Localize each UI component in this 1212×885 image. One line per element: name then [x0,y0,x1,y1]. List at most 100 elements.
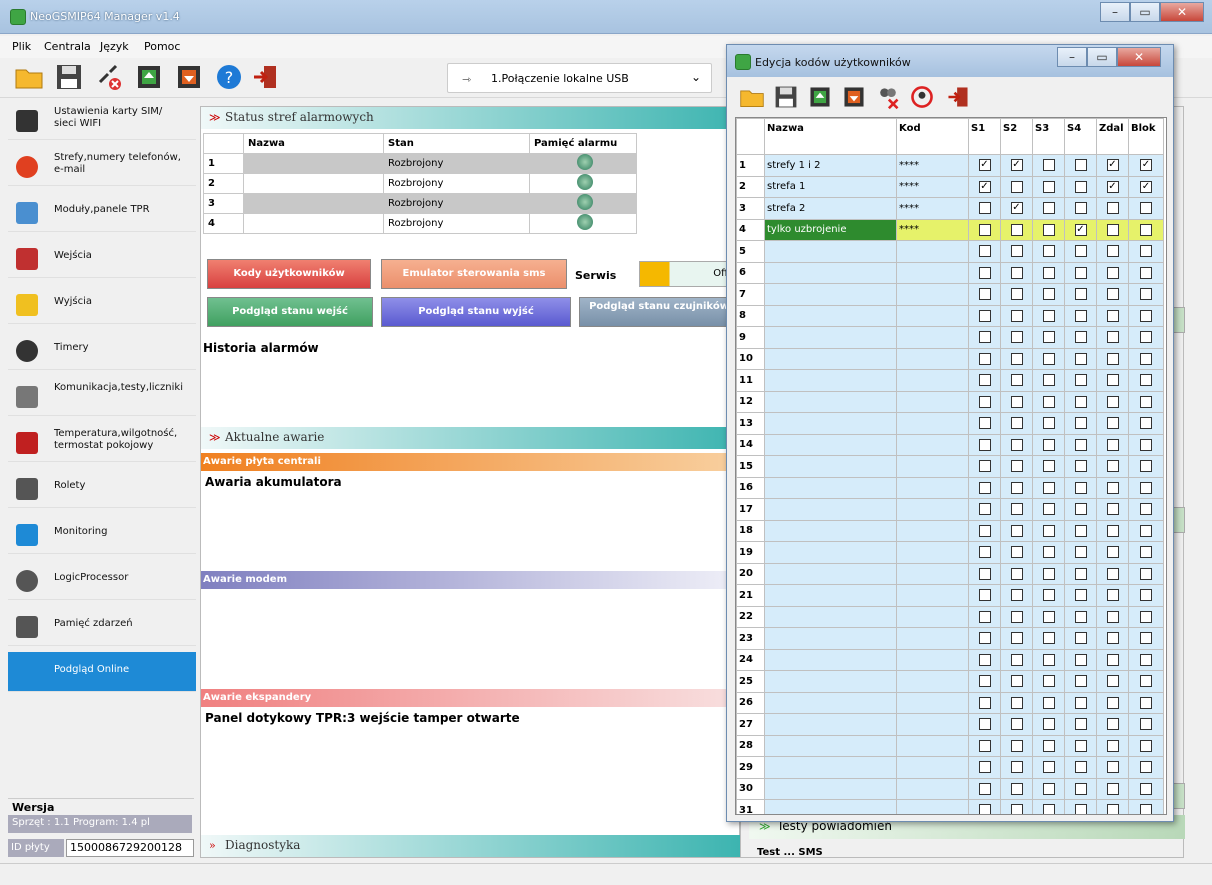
permission-checkbox[interactable]: ✓ [1074,223,1087,236]
permission-checkbox[interactable] [1106,782,1119,795]
user-code-cell[interactable] [896,734,969,757]
user-code-cell[interactable] [896,691,969,714]
permission-checkbox[interactable] [978,567,991,580]
permission-checkbox[interactable] [1106,718,1119,731]
permission-checkbox[interactable] [1010,589,1023,602]
permission-checkbox[interactable] [1140,266,1152,279]
permission-checkbox[interactable] [1074,782,1087,795]
user-row[interactable]: 13 [736,412,1164,435]
permission-checkbox[interactable] [1140,761,1152,774]
user-code-cell[interactable] [896,498,969,521]
permission-checkbox[interactable] [1074,675,1087,688]
permission-checkbox[interactable] [978,524,991,537]
permission-checkbox[interactable] [1042,202,1055,215]
user-row[interactable]: 5 [736,240,1164,263]
minimize-button[interactable]: – [1057,47,1087,67]
outputs-preview-button[interactable]: Podgląd stanu wyjść [381,297,571,327]
permission-checkbox[interactable] [1140,739,1152,752]
user-name-cell[interactable] [764,584,897,607]
permission-checkbox[interactable] [978,653,991,666]
permission-checkbox[interactable] [1010,309,1023,322]
user-name-cell[interactable] [764,670,897,693]
permission-checkbox[interactable] [1042,589,1055,602]
permission-checkbox[interactable] [1010,718,1023,731]
permission-checkbox[interactable] [1106,223,1119,236]
permission-checkbox[interactable] [1042,503,1055,516]
user-name-cell[interactable] [764,326,897,349]
permission-checkbox[interactable] [978,546,991,559]
user-row[interactable]: 8 [736,304,1164,327]
permission-checkbox[interactable] [1140,395,1152,408]
permission-checkbox[interactable] [1140,374,1152,387]
permission-checkbox[interactable] [1010,503,1023,516]
permission-checkbox[interactable] [1140,696,1152,709]
user-row[interactable]: 22 [736,605,1164,628]
user-name-cell[interactable] [764,498,897,521]
user-name-cell[interactable] [764,756,897,779]
user-row[interactable]: 27 [736,713,1164,736]
permission-checkbox[interactable] [1010,460,1023,473]
permission-checkbox[interactable] [1140,245,1152,258]
permission-checkbox[interactable] [1106,352,1119,365]
user-row[interactable]: 10 [736,347,1164,370]
permission-checkbox[interactable] [1106,589,1119,602]
permission-checkbox[interactable] [1074,352,1087,365]
diagnostics-section-header[interactable]: » Diagnostyka [201,835,741,857]
user-row[interactable]: 12 [736,390,1164,413]
inputs-preview-button[interactable]: Podgląd stanu wejść [207,297,373,327]
permission-checkbox[interactable] [1106,610,1119,623]
permission-checkbox[interactable] [978,223,991,236]
refresh-users-icon[interactable] [909,83,935,111]
permission-checkbox[interactable] [1140,481,1152,494]
sidebar-item-outputs[interactable]: Wyjścia [8,284,196,324]
permission-checkbox[interactable] [1010,266,1023,279]
permission-checkbox[interactable] [1042,438,1055,451]
permission-checkbox[interactable] [1106,309,1119,322]
user-name-cell[interactable] [764,648,897,671]
permission-checkbox[interactable] [978,374,991,387]
permission-checkbox[interactable] [1010,245,1023,258]
user-name-cell[interactable] [764,541,897,564]
permission-checkbox[interactable]: ✓ [978,159,991,172]
user-row[interactable]: 21 [736,584,1164,607]
permission-checkbox[interactable] [1010,804,1023,814]
sms-emulator-button[interactable]: Emulator sterowania sms [381,259,567,289]
permission-checkbox[interactable] [1010,653,1023,666]
permission-checkbox[interactable] [1074,761,1087,774]
permission-checkbox[interactable] [1074,417,1087,430]
permission-checkbox[interactable] [978,718,991,731]
permission-checkbox[interactable] [1042,653,1055,666]
user-name-cell[interactable] [764,627,897,650]
permission-checkbox[interactable] [1074,524,1087,537]
user-name-cell[interactable] [764,713,897,736]
user-name-cell[interactable] [764,519,897,542]
permission-checkbox[interactable] [978,761,991,774]
permission-checkbox[interactable] [1010,696,1023,709]
permission-checkbox[interactable] [978,266,991,279]
user-row[interactable]: 19 [736,541,1164,564]
permission-checkbox[interactable] [1074,696,1087,709]
permission-checkbox[interactable] [1106,460,1119,473]
sidebar-item-timer[interactable]: Timery [8,330,196,370]
permission-checkbox[interactable] [1042,782,1055,795]
permission-checkbox[interactable] [1010,632,1023,645]
user-name-cell[interactable]: strefy 1 i 2 [764,154,897,177]
permission-checkbox[interactable] [978,438,991,451]
user-name-cell[interactable] [764,412,897,435]
user-code-cell[interactable] [896,799,969,814]
board-id-field[interactable]: 1500086729200128 [66,839,194,857]
user-code-cell[interactable] [896,584,969,607]
user-name-cell[interactable] [764,777,897,800]
permission-checkbox[interactable]: ✓ [1010,202,1023,215]
permission-checkbox[interactable] [1074,460,1087,473]
permission-checkbox[interactable] [1042,675,1055,688]
permission-checkbox[interactable] [1140,438,1152,451]
user-name-cell[interactable] [764,476,897,499]
user-name-cell[interactable] [764,799,897,814]
permission-checkbox[interactable] [1140,589,1152,602]
permission-checkbox[interactable] [1106,546,1119,559]
permission-checkbox[interactable] [1010,481,1023,494]
user-row[interactable]: 29 [736,756,1164,779]
open-folder-icon[interactable] [739,83,765,111]
permission-checkbox[interactable] [1042,374,1055,387]
